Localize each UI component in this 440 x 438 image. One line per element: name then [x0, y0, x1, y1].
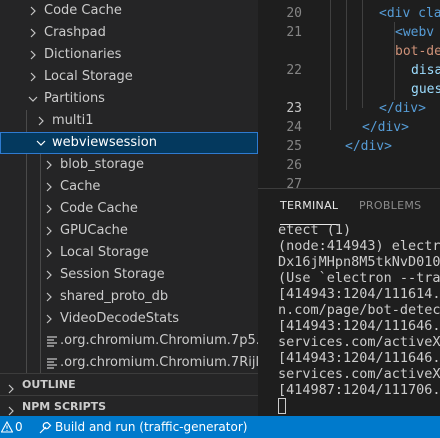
- tree-item-webviewsession[interactable]: webviewsession: [0, 132, 258, 154]
- tree-item-local-storage[interactable]: Local Storage: [0, 66, 258, 88]
- file-lines-icon: [47, 336, 57, 347]
- tree-item-label: Session Storage: [60, 267, 165, 282]
- warning-count: 0: [15, 420, 23, 434]
- tree-item-gpucache[interactable]: GPUCache: [0, 220, 258, 242]
- tree-item-label: Local Storage: [44, 69, 133, 84]
- terminal-line: [414943:1204/111646.: [278, 350, 440, 366]
- chevron-right-icon: [26, 66, 40, 88]
- code-token: </div>: [379, 101, 426, 116]
- terminal-line: [414987:1204/111706.: [278, 382, 440, 398]
- outline-section-header[interactable]: OUTLINE: [0, 373, 258, 395]
- tree-item-label: blob_storage: [60, 157, 144, 172]
- explorer-sidebar: Code Cache Crashpad Dictionaries Local S…: [0, 0, 258, 416]
- terminal-line: Dx16jMHpn8M5tkNvD010: [278, 254, 440, 270]
- chevron-right-icon: [42, 220, 56, 242]
- tab-terminal[interactable]: TERMINAL: [280, 199, 338, 212]
- bottom-panel: TERMINAL PROBLEMS etect (1) (node:414943…: [258, 188, 440, 416]
- line-number: 20: [286, 6, 302, 21]
- tree-item-label: Code Cache: [44, 3, 122, 18]
- warning-icon: [1, 421, 13, 433]
- line-number: 24: [286, 120, 302, 135]
- tree-item-label: multi1: [52, 113, 94, 128]
- npm-scripts-section-header[interactable]: NPM SCRIPTS: [0, 395, 258, 416]
- code-token: <div cla: [379, 6, 440, 21]
- chevron-down-icon: [34, 132, 48, 154]
- section-label: OUTLINE: [22, 378, 76, 391]
- tree-item-label: Code Cache: [60, 201, 138, 216]
- tree-item-label: .org.chromium.Chromium.7p5...: [60, 333, 258, 348]
- terminal-line: services.com/activeX: [278, 366, 440, 382]
- chevron-right-icon: [26, 0, 40, 22]
- terminal-line: (Use `electron --tra: [278, 270, 440, 286]
- terminal-line: (node:414943) electr: [278, 238, 440, 254]
- tree-item-session-storage[interactable]: Session Storage: [0, 264, 258, 286]
- indent-guide: [330, 0, 331, 130]
- status-bar: 0 Build and run (traffic-generator): [0, 416, 440, 438]
- chevron-right-icon: [6, 402, 16, 416]
- indent-guide: [346, 0, 347, 110]
- line-number: 26: [286, 158, 302, 173]
- line-number-active: 23: [286, 101, 302, 116]
- code-editor[interactable]: 20 21 22 23 24 25 26 27 <div cla <webv b…: [258, 0, 440, 188]
- chevron-right-icon: [42, 242, 56, 264]
- terminal-line: services.com/activeX: [278, 334, 440, 350]
- line-number: 25: [286, 139, 302, 154]
- code-token: <webv: [395, 25, 435, 40]
- tab-problems[interactable]: PROBLEMS: [359, 199, 421, 212]
- terminal-line: n.com/page/bot-detec: [278, 302, 440, 318]
- chevron-right-icon: [42, 308, 56, 330]
- tools-icon: [39, 421, 52, 434]
- tree-item-file[interactable]: .org.chromium.Chromium.7p5...: [0, 330, 258, 352]
- tree-item-file[interactable]: .org.chromium.Chromium.7Rijlo: [0, 352, 258, 374]
- chevron-right-icon: [42, 176, 56, 198]
- terminal-line: [414943:1204/111646.: [278, 318, 440, 334]
- tree-item-shared-proto-db[interactable]: shared_proto_db: [0, 286, 258, 308]
- code-token: gues: [411, 82, 440, 97]
- tree-item-label: shared_proto_db: [60, 289, 169, 304]
- tree-item-blob-storage[interactable]: blob_storage: [0, 154, 258, 176]
- chevron-right-icon: [26, 44, 40, 66]
- tree-item-cache[interactable]: Cache: [0, 176, 258, 198]
- terminal-line: etect (1): [278, 222, 352, 238]
- tree-item-code-cache-2[interactable]: Code Cache: [0, 198, 258, 220]
- tree-item-label: Dictionaries: [44, 47, 122, 62]
- chevron-right-icon: [42, 154, 56, 176]
- tree-item-dictionaries[interactable]: Dictionaries: [0, 44, 258, 66]
- line-number: 27: [286, 177, 302, 188]
- code-token: disa: [411, 63, 440, 78]
- task-status-button[interactable]: Build and run (traffic-generator): [36, 416, 248, 438]
- code-token: </div>: [345, 139, 392, 154]
- file-lines-icon: [47, 358, 57, 369]
- line-number: 21: [286, 25, 302, 40]
- code-token: </div>: [362, 120, 409, 135]
- tree-item-label: VideoDecodeStats: [60, 311, 179, 326]
- section-label: NPM SCRIPTS: [22, 400, 107, 413]
- code-token: bot-de: [395, 44, 440, 59]
- indent-guide: [362, 0, 363, 108]
- tree-item-label: webviewsession: [52, 135, 157, 150]
- chevron-right-icon: [34, 110, 48, 132]
- tree-item-label: Partitions: [44, 91, 105, 106]
- tree-item-partitions[interactable]: Partitions: [0, 88, 258, 110]
- tree-item-multi1[interactable]: multi1: [0, 110, 258, 132]
- terminal-line: [414943:1204/111614.: [278, 286, 440, 302]
- chevron-right-icon: [26, 22, 40, 44]
- tree-item-label: Cache: [60, 179, 101, 194]
- line-number: 22: [286, 63, 302, 78]
- tree-item-label: Local Storage: [60, 245, 149, 260]
- tree-item-local-storage-2[interactable]: Local Storage: [0, 242, 258, 264]
- tree-item-label: GPUCache: [60, 223, 128, 238]
- problems-status[interactable]: 0: [0, 416, 30, 438]
- tree-item-label: Crashpad: [44, 25, 106, 40]
- tree-item-code-cache[interactable]: Code Cache: [0, 0, 258, 22]
- chevron-down-icon: [26, 88, 40, 110]
- tree-item-crashpad[interactable]: Crashpad: [0, 22, 258, 44]
- tree-item-label: .org.chromium.Chromium.7Rijlo: [60, 355, 258, 370]
- tree-item-videodecodestats[interactable]: VideoDecodeStats: [0, 308, 258, 330]
- terminal-cursor: [278, 398, 286, 414]
- chevron-right-icon: [42, 198, 56, 220]
- task-label: Build and run (traffic-generator): [55, 420, 248, 434]
- chevron-right-icon: [42, 264, 56, 286]
- chevron-right-icon: [42, 286, 56, 308]
